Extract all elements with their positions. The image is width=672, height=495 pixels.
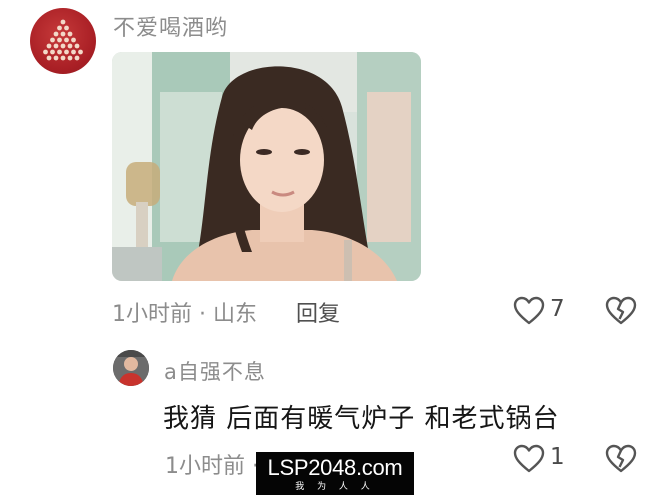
commenter-avatar[interactable] (30, 8, 96, 74)
comment-photo[interactable] (112, 52, 421, 281)
pyramid-avatar-art (43, 19, 83, 61)
like-count: 7 (550, 296, 565, 322)
watermark-text: LSP2048.com (267, 455, 403, 480)
broken-heart-icon[interactable] (605, 296, 637, 326)
reply-avatar[interactable] (113, 350, 149, 386)
reply-comment-text: 我猜 后面有暖气炉子 和老式锅台 (163, 404, 560, 434)
comment-time-location: 1小时前 · 山东 (112, 302, 257, 327)
watermark-subtext: 我 为 人 人 (295, 482, 375, 492)
heart-outline-icon[interactable] (513, 296, 545, 326)
reply-button[interactable]: 回复 (296, 296, 340, 328)
reply-like-count: 1 (550, 444, 565, 470)
reply-avatar-image (113, 350, 149, 386)
commenter-username[interactable]: 不爱喝酒哟 (113, 10, 228, 42)
site-watermark: LSP2048.com 我 为 人 人 (256, 452, 414, 495)
reply-username[interactable]: a自强不息 (164, 356, 266, 386)
heart-outline-icon[interactable] (513, 444, 545, 474)
broken-heart-icon[interactable] (605, 444, 637, 474)
comment-photo-image (112, 52, 421, 281)
